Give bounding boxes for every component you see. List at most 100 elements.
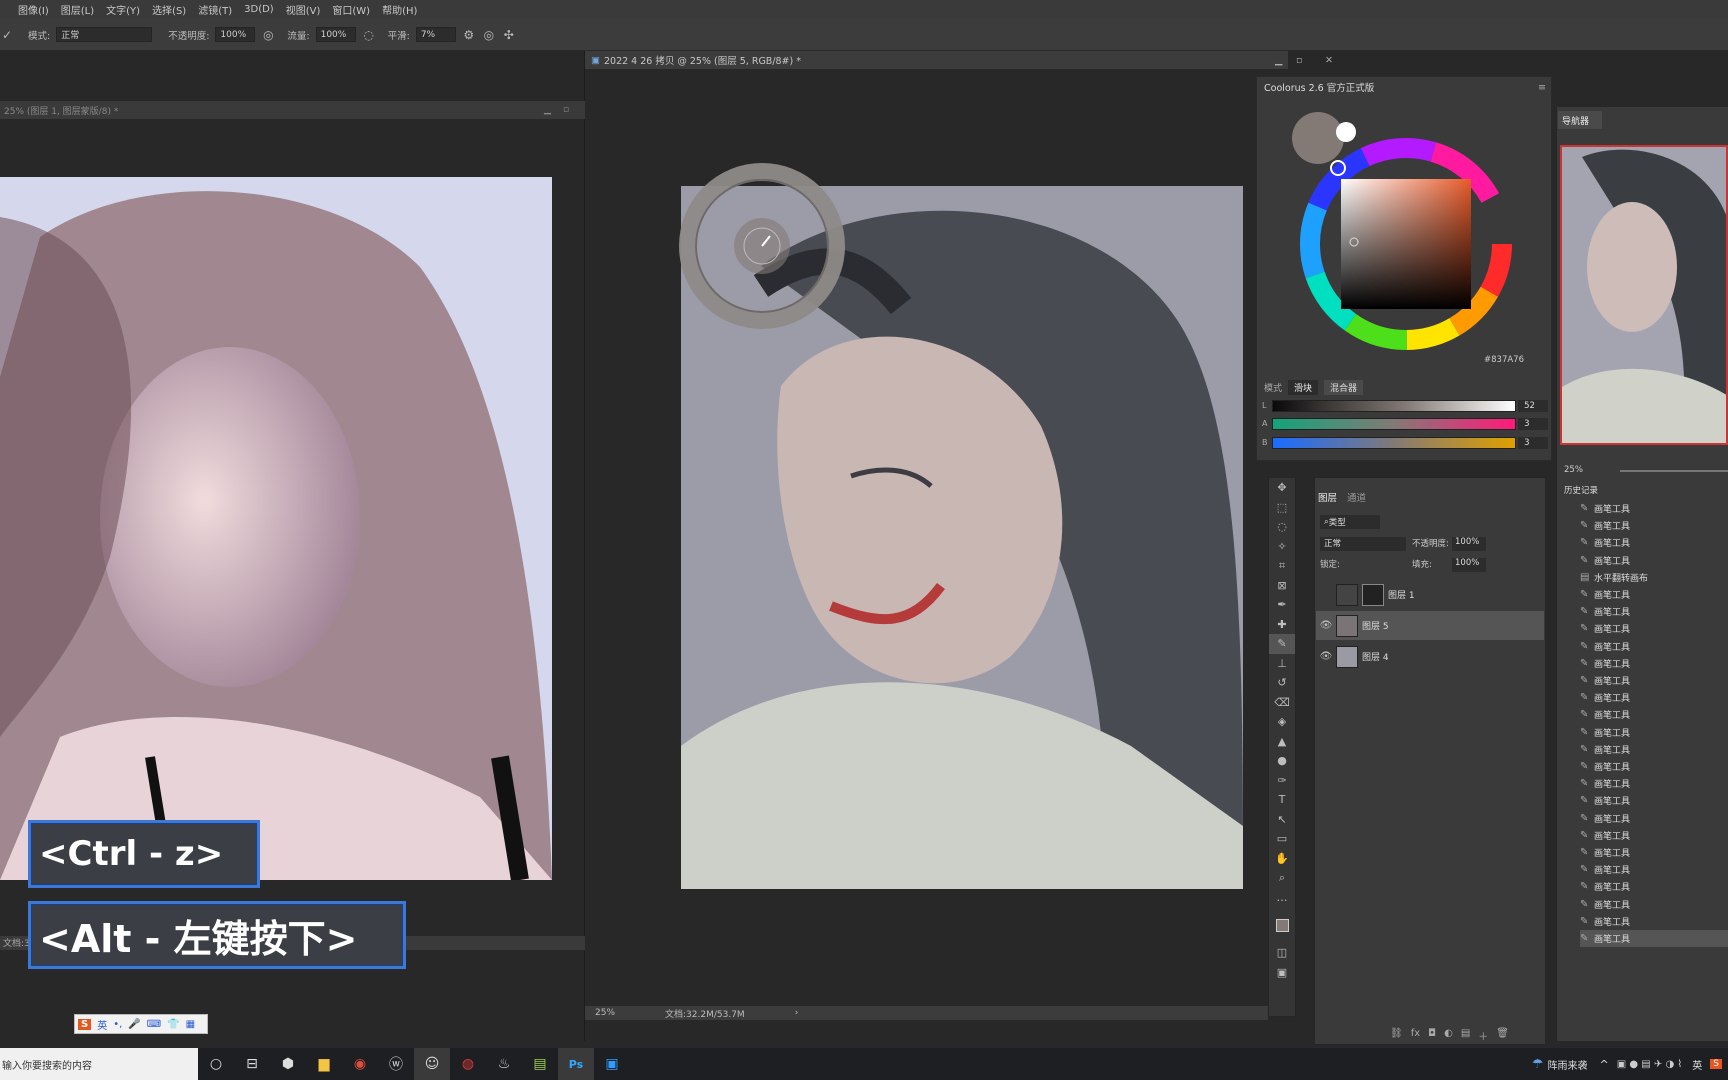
link-icon[interactable]: ⛓ bbox=[1390, 1028, 1403, 1043]
screen-mode-icon[interactable]: ▣ bbox=[1269, 963, 1295, 983]
history-brush-icon[interactable]: ↺ bbox=[1269, 673, 1295, 693]
dodge-tool-icon[interactable]: ● bbox=[1269, 751, 1295, 771]
history-item[interactable]: ✎ 画笔工具 bbox=[1580, 603, 1728, 620]
history-item[interactable]: ✎ 画笔工具 bbox=[1580, 896, 1728, 913]
taskbar-search[interactable]: 输入你要搜索的内容 bbox=[0, 1048, 198, 1080]
zoom-tool-icon[interactable]: ⌕ bbox=[1269, 868, 1295, 888]
history-item[interactable]: ✎ 画笔工具 bbox=[1580, 913, 1728, 930]
folder-icon[interactable]: ▤ bbox=[1461, 1028, 1470, 1043]
symmetry-icon[interactable]: ✣ bbox=[502, 28, 516, 42]
app-w-icon[interactable]: ⓦ bbox=[378, 1048, 414, 1080]
punct-icon[interactable]: •, bbox=[113, 1019, 122, 1030]
menu-item[interactable]: 窗口(W) bbox=[332, 2, 370, 17]
current-color-swatch[interactable] bbox=[1292, 112, 1344, 164]
mask-icon[interactable]: ◘ bbox=[1428, 1028, 1436, 1043]
menu-item[interactable]: 滤镜(T) bbox=[198, 2, 232, 17]
history-item[interactable]: ✎ 画笔工具 bbox=[1580, 827, 1728, 844]
weather-icon[interactable]: ☂ bbox=[1532, 1057, 1544, 1072]
slider-l-value[interactable]: 52 bbox=[1518, 399, 1548, 412]
file-explorer-icon[interactable]: ▆ bbox=[306, 1048, 342, 1080]
flow-select[interactable]: 100% bbox=[315, 27, 356, 42]
tab-mixer[interactable]: 混合器 bbox=[1324, 380, 1364, 395]
toolbox-icon[interactable]: ▦ bbox=[186, 1019, 195, 1030]
type-tool-icon[interactable]: T bbox=[1269, 790, 1295, 810]
app-avatar-icon[interactable]: ☺ bbox=[414, 1048, 450, 1080]
menu-item[interactable]: 选择(S) bbox=[152, 2, 186, 17]
crop-tool-icon[interactable]: ⌗ bbox=[1269, 556, 1295, 576]
history-item[interactable]: ✎ 画笔工具 bbox=[1580, 672, 1728, 689]
lasso-tool-icon[interactable]: ◌ bbox=[1269, 517, 1295, 537]
slider-b[interactable]: B 3 bbox=[1262, 436, 1548, 449]
more-tools-icon[interactable]: … bbox=[1269, 888, 1295, 908]
history-item[interactable]: ✎ 画笔工具 bbox=[1580, 638, 1728, 655]
layer-row[interactable]: 👁 图层 4 bbox=[1316, 642, 1544, 671]
history-item[interactable]: ✎ 画笔工具 bbox=[1580, 534, 1728, 551]
navigator-preview[interactable] bbox=[1560, 145, 1728, 445]
reference-doc-tab[interactable]: 25% (图层 1, 图层蒙版/8) * ▁ ▫ bbox=[0, 101, 585, 119]
navigator-zoom-slider[interactable] bbox=[1620, 470, 1728, 472]
weather-text[interactable]: 阵雨来袭 bbox=[1548, 1057, 1588, 1072]
move-tool-icon[interactable]: ✥ bbox=[1269, 478, 1295, 498]
maximize-icon[interactable]: ▫ bbox=[563, 105, 569, 115]
magic-wand-icon[interactable]: ✧ bbox=[1269, 537, 1295, 557]
fx-icon[interactable]: fx bbox=[1411, 1028, 1420, 1043]
history-item[interactable]: ✎ 画笔工具 bbox=[1580, 775, 1728, 792]
history-item[interactable]: ✎ 画笔工具 bbox=[1580, 517, 1728, 534]
opacity-select[interactable]: 100% bbox=[215, 27, 256, 42]
maximize-icon[interactable]: ▫ bbox=[1296, 55, 1302, 66]
panel-menu-icon[interactable]: ≡ bbox=[1538, 82, 1546, 93]
smooth-select[interactable]: 7% bbox=[415, 27, 456, 42]
history-item[interactable]: ✎ 画笔工具 bbox=[1580, 861, 1728, 878]
pressure-opacity-icon[interactable]: ◎ bbox=[261, 28, 275, 42]
hex-value[interactable]: #837A76 bbox=[1484, 355, 1524, 365]
tray-icons[interactable]: ▣ ● ▤ ✈ ◑ ⌇ bbox=[1617, 1059, 1683, 1070]
previous-color-swatch[interactable] bbox=[1336, 122, 1356, 142]
zoom-level[interactable]: 25% bbox=[595, 1008, 615, 1018]
slider-a[interactable]: A 3 bbox=[1262, 417, 1548, 430]
eyedropper-icon[interactable]: ✒ bbox=[1269, 595, 1295, 615]
fill-value[interactable]: 100% bbox=[1452, 558, 1486, 572]
adjustment-icon[interactable]: ◐ bbox=[1444, 1028, 1453, 1043]
menu-item[interactable]: 文字(Y) bbox=[106, 2, 140, 17]
slider-a-bar[interactable] bbox=[1271, 417, 1517, 430]
app-icon[interactable]: ⬢ bbox=[270, 1048, 306, 1080]
frame-tool-icon[interactable]: ⊠ bbox=[1269, 576, 1295, 596]
mode-select[interactable]: 正常 bbox=[56, 27, 153, 42]
tab-history[interactable]: 历史记录 bbox=[1564, 484, 1598, 496]
history-item[interactable]: ✎ 画笔工具 bbox=[1580, 930, 1728, 947]
color-swatches-icon[interactable] bbox=[1269, 907, 1295, 943]
taskbar-lang[interactable]: 英 bbox=[1692, 1057, 1702, 1072]
menu-item[interactable]: 帮助(H) bbox=[382, 2, 417, 17]
layer-mask-thumb[interactable] bbox=[1362, 583, 1384, 606]
skin-icon[interactable]: 👕 bbox=[167, 1019, 179, 1030]
minimize-icon[interactable]: ▁ bbox=[544, 105, 551, 115]
steam-icon[interactable]: ♨ bbox=[486, 1048, 522, 1080]
tab-layers[interactable]: 图层 bbox=[1318, 490, 1337, 504]
tab-channels[interactable]: 通道 bbox=[1347, 490, 1366, 504]
pressure-size-icon[interactable]: ◎ bbox=[482, 28, 496, 42]
paint-bucket-icon[interactable]: ◈ bbox=[1269, 712, 1295, 732]
new-layer-icon[interactable]: ＋ bbox=[1478, 1028, 1488, 1043]
history-item[interactable]: ✎ 画笔工具 bbox=[1580, 586, 1728, 603]
hand-tool-icon[interactable]: ✋ bbox=[1269, 849, 1295, 869]
healing-brush-icon[interactable]: ✚ bbox=[1269, 615, 1295, 635]
task-view-icon[interactable]: ⊟ bbox=[234, 1048, 270, 1080]
slider-a-value[interactable]: 3 bbox=[1518, 417, 1548, 430]
history-item[interactable]: ✎ 画笔工具 bbox=[1580, 741, 1728, 758]
blend-mode-select[interactable]: 正常 bbox=[1320, 537, 1406, 551]
eraser-icon[interactable]: ⌫ bbox=[1269, 693, 1295, 713]
main-doc-tab[interactable]: ▣ 2022 4 26 拷贝 @ 25% (图层 5, RGB/8#) * ▁ … bbox=[585, 51, 1333, 69]
close-icon[interactable]: ✕ bbox=[1325, 55, 1333, 66]
slider-b-bar[interactable] bbox=[1271, 436, 1517, 449]
recorder-icon[interactable]: ▣ bbox=[594, 1048, 630, 1080]
history-item[interactable]: ✎ 画笔工具 bbox=[1580, 844, 1728, 861]
ime-toolbar[interactable]: S 英 •, 🎤 ⌨ 👕 ▦ bbox=[74, 1014, 208, 1034]
tab-sliders[interactable]: 滑块 bbox=[1288, 380, 1319, 395]
cortana-icon[interactable]: ○ bbox=[198, 1048, 234, 1080]
ime-lang[interactable]: 英 bbox=[97, 1017, 107, 1032]
menu-item[interactable]: 图像(I) bbox=[18, 2, 49, 17]
rectangle-tool-icon[interactable]: ▭ bbox=[1269, 829, 1295, 849]
history-item[interactable]: ✎ 画笔工具 bbox=[1580, 655, 1728, 672]
airbrush-icon[interactable]: ◌ bbox=[362, 28, 376, 42]
tray-chevron-icon[interactable]: ^ bbox=[1600, 1058, 1609, 1071]
